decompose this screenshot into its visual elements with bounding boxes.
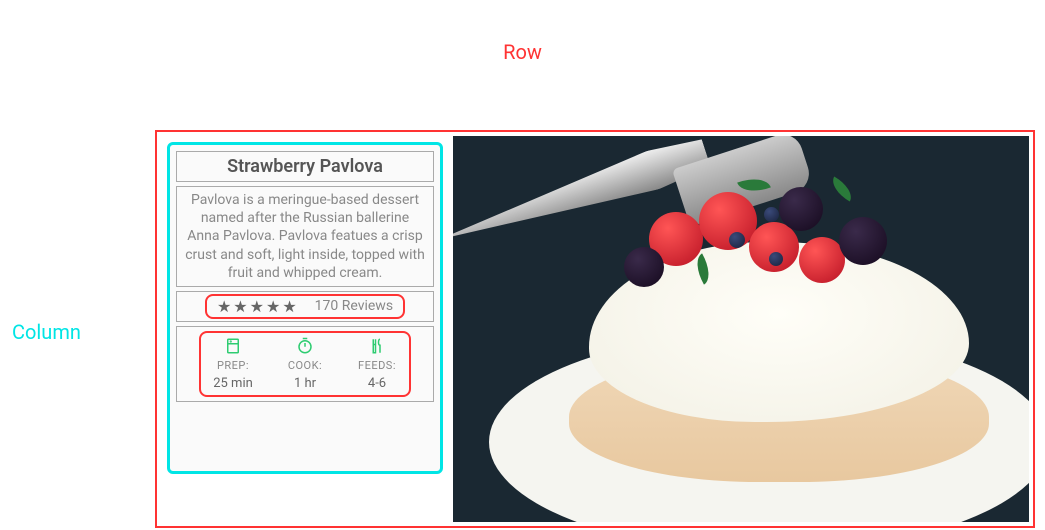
stats-row: PREP: 25 min COOK: 1 hr xyxy=(199,331,411,397)
stat-feeds: FEEDS: 4-6 xyxy=(351,337,403,391)
stat-label: COOK: xyxy=(288,359,322,372)
stat-prep: PREP: 25 min xyxy=(207,337,259,391)
stat-value: 4-6 xyxy=(368,376,386,391)
utensils-icon xyxy=(368,337,386,355)
kitchen-icon xyxy=(224,337,242,355)
review-count: 170 Reviews xyxy=(315,298,393,314)
stat-value: 25 min xyxy=(213,376,253,391)
stats-row-outer: PREP: 25 min COOK: 1 hr xyxy=(176,326,434,402)
rating-inner-row: ★★★★★ 170 Reviews xyxy=(205,294,405,319)
recipe-image xyxy=(453,136,1029,522)
recipe-description: Pavlova is a meringue-based dessert name… xyxy=(176,186,434,287)
star-rating: ★★★★★ xyxy=(217,297,299,316)
timer-icon xyxy=(296,337,314,355)
rating-row: ★★★★★ 170 Reviews xyxy=(176,291,434,322)
column-container: Strawberry Pavlova Pavlova is a meringue… xyxy=(167,142,443,474)
stat-label: PREP: xyxy=(217,359,249,372)
recipe-title: Strawberry Pavlova xyxy=(176,151,434,182)
stat-cook: COOK: 1 hr xyxy=(279,337,331,391)
column-annotation-label: Column xyxy=(12,320,81,344)
row-annotation-label: Row xyxy=(503,40,542,64)
row-container: Strawberry Pavlova Pavlova is a meringue… xyxy=(155,130,1035,528)
stat-value: 1 hr xyxy=(294,376,316,391)
stat-label: FEEDS: xyxy=(358,359,396,372)
